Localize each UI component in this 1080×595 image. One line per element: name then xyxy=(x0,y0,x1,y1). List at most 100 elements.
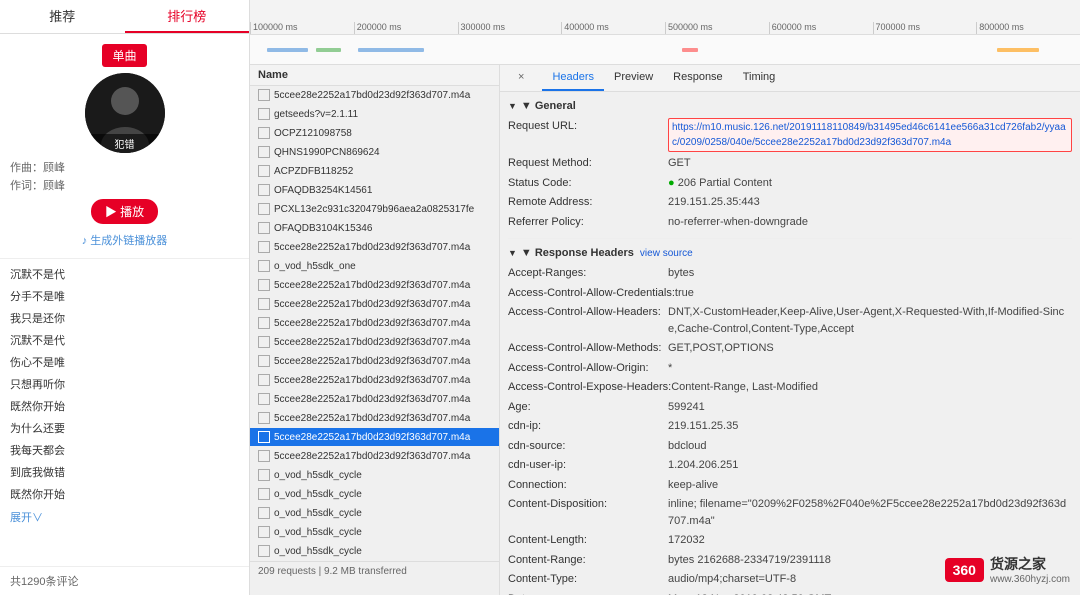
resp-header-key: Content-Length: xyxy=(508,532,668,549)
file-item[interactable]: o_vod_h5sdk_cycle xyxy=(250,523,499,542)
file-item[interactable]: ACPZDFB118252 xyxy=(250,162,499,181)
file-checkbox[interactable] xyxy=(258,108,270,120)
view-source-link[interactable]: view source xyxy=(640,248,693,259)
list-item[interactable]: 既然你开始 xyxy=(0,395,249,417)
file-checkbox[interactable] xyxy=(258,260,270,272)
tab-preview[interactable]: Preview xyxy=(604,65,663,91)
list-item[interactable]: 为什么还要 xyxy=(0,417,249,439)
resp-header-row: Age: 599241 xyxy=(508,399,1072,416)
resp-header-value: DNT,X-CustomHeader,Keep-Alive,User-Agent… xyxy=(668,304,1072,337)
waterfall-bar xyxy=(316,48,341,52)
file-item[interactable]: 5ccee28e2252a17bd0d23d92f363d707.m4a xyxy=(250,390,499,409)
close-tab-button[interactable]: × xyxy=(508,65,534,91)
list-item[interactable]: 到底我做错 xyxy=(0,461,249,483)
resp-header-key: Connection: xyxy=(508,477,668,494)
waterfall-bar xyxy=(358,48,424,52)
file-item[interactable]: 5ccee28e2252a17bd0d23d92f363d707.m4a xyxy=(250,352,499,371)
referrer-row: Referrer Policy: no-referrer-when-downgr… xyxy=(508,214,1072,231)
file-item[interactable]: o_vod_h5sdk_cycle xyxy=(250,542,499,561)
file-checkbox[interactable] xyxy=(258,298,270,310)
file-checkbox[interactable] xyxy=(258,279,270,291)
file-checkbox[interactable] xyxy=(258,203,270,215)
file-item[interactable]: getseeds?v=2.1.11 xyxy=(250,105,499,124)
file-item[interactable]: o_vod_h5sdk_cycle xyxy=(250,466,499,485)
resp-header-value: Content-Range, Last-Modified xyxy=(671,379,818,396)
file-checkbox[interactable] xyxy=(258,336,270,348)
resp-header-value: 1.204.206.251 xyxy=(668,457,738,474)
file-item[interactable]: 5ccee28e2252a17bd0d23d92f363d707.m4a xyxy=(250,295,499,314)
file-checkbox[interactable] xyxy=(258,165,270,177)
avatar: 犯错 xyxy=(85,73,165,153)
file-checkbox[interactable] xyxy=(258,412,270,424)
file-checkbox[interactable] xyxy=(258,355,270,367)
list-item[interactable]: 只想再听你 xyxy=(0,373,249,395)
play-button[interactable]: ▶ 播放 xyxy=(91,199,158,224)
file-item[interactable]: QHNS1990PCN869624 xyxy=(250,143,499,162)
file-checkbox[interactable] xyxy=(258,526,270,538)
file-checkbox[interactable] xyxy=(258,89,270,101)
list-item[interactable]: 沉默不是代 xyxy=(0,329,249,351)
file-item[interactable]: 5ccee28e2252a17bd0d23d92f363d707.m4a xyxy=(250,371,499,390)
file-checkbox[interactable] xyxy=(258,469,270,481)
file-checkbox[interactable] xyxy=(258,488,270,500)
artist-name-overlay: 犯错 xyxy=(85,134,165,153)
bottom-logo: 360 货源之家 www.360hyzj.com xyxy=(945,554,1070,585)
file-item[interactable]: 5ccee28e2252a17bd0d23d92f363d707.m4a xyxy=(250,409,499,428)
tab-headers[interactable]: Headers xyxy=(542,65,604,91)
generate-link[interactable]: ♪ 生成外链播放器 xyxy=(82,232,168,248)
file-checkbox[interactable] xyxy=(258,393,270,405)
tab-response[interactable]: Response xyxy=(663,65,733,91)
resp-header-key: Age: xyxy=(508,399,668,416)
tab-recommend[interactable]: 推荐 xyxy=(0,0,125,33)
tab-ranking[interactable]: 排行榜 xyxy=(125,0,250,33)
resp-header-value: bdcloud xyxy=(668,438,707,455)
file-checkbox[interactable] xyxy=(258,374,270,386)
general-section-title: ▼ General xyxy=(508,100,1072,112)
remote-value: 219.151.25.35:443 xyxy=(668,194,760,211)
section-divider xyxy=(508,238,1072,239)
file-item[interactable]: OCPZ121098758 xyxy=(250,124,499,143)
tick-500k: 500000 ms xyxy=(665,22,769,34)
file-item[interactable]: 5ccee28e2252a17bd0d23d92f363d707.m4a xyxy=(250,314,499,333)
file-checkbox[interactable] xyxy=(258,545,270,557)
resp-header-row: Access-Control-Allow-Headers: DNT,X-Cust… xyxy=(508,304,1072,337)
status-value: ● 206 Partial Content xyxy=(668,175,772,192)
expand-button[interactable]: 展开∨ xyxy=(0,505,249,529)
file-checkbox[interactable] xyxy=(258,317,270,329)
resp-header-value: Mon, 18 Nov 2019 02:43:50 GMT xyxy=(668,591,831,595)
file-checkbox[interactable] xyxy=(258,431,270,443)
file-item[interactable]: o_vod_h5sdk_cycle xyxy=(250,504,499,523)
file-checkbox[interactable] xyxy=(258,241,270,253)
file-item[interactable]: OFAQDB3104K15346 xyxy=(250,219,499,238)
file-item[interactable]: 5ccee28e2252a17bd0d23d92f363d707.m4a xyxy=(250,333,499,352)
resp-header-value: keep-alive xyxy=(668,477,718,494)
file-checkbox[interactable] xyxy=(258,127,270,139)
file-item[interactable]: 5ccee28e2252a17bd0d23d92f363d707.m4a xyxy=(250,86,499,105)
tab-timing[interactable]: Timing xyxy=(733,65,786,91)
request-url-value[interactable]: https://m10.music.126.net/20191118110849… xyxy=(668,118,1072,152)
file-item-selected[interactable]: 5ccee28e2252a17bd0d23d92f363d707.m4a xyxy=(250,428,499,447)
list-item[interactable]: 既然你开始 xyxy=(0,483,249,505)
file-item[interactable]: o_vod_h5sdk_cycle xyxy=(250,485,499,504)
song-type-button[interactable]: 单曲 xyxy=(102,44,146,67)
list-item[interactable]: 沉默不是代 xyxy=(0,263,249,285)
file-checkbox[interactable] xyxy=(258,146,270,158)
file-item[interactable]: 5ccee28e2252a17bd0d23d92f363d707.m4a xyxy=(250,238,499,257)
list-item[interactable]: 我每天都会 xyxy=(0,439,249,461)
file-item[interactable]: 5ccee28e2252a17bd0d23d92f363d707.m4a xyxy=(250,447,499,466)
file-checkbox[interactable] xyxy=(258,450,270,462)
file-item[interactable]: o_vod_h5sdk_one xyxy=(250,257,499,276)
file-item[interactable]: 5ccee28e2252a17bd0d23d92f363d707.m4a xyxy=(250,276,499,295)
file-item[interactable]: PCXL13e2c931c320479b96aea2a0825317fe xyxy=(250,200,499,219)
resp-header-key: Access-Control-Expose-Headers: xyxy=(508,379,671,396)
headers-tabs-bar: × Headers Preview Response Timing xyxy=(500,65,1080,92)
file-item[interactable]: OFAQDB3254K14561 xyxy=(250,181,499,200)
file-checkbox[interactable] xyxy=(258,184,270,196)
list-item[interactable]: 我只是还你 xyxy=(0,307,249,329)
list-item[interactable]: 分手不是唯 xyxy=(0,285,249,307)
resp-header-value: 172032 xyxy=(668,532,705,549)
file-checkbox[interactable] xyxy=(258,222,270,234)
artist-meta: 作曲：顾峰 作词：顾峰 xyxy=(10,159,239,195)
file-checkbox[interactable] xyxy=(258,507,270,519)
list-item[interactable]: 伤心不是唯 xyxy=(0,351,249,373)
